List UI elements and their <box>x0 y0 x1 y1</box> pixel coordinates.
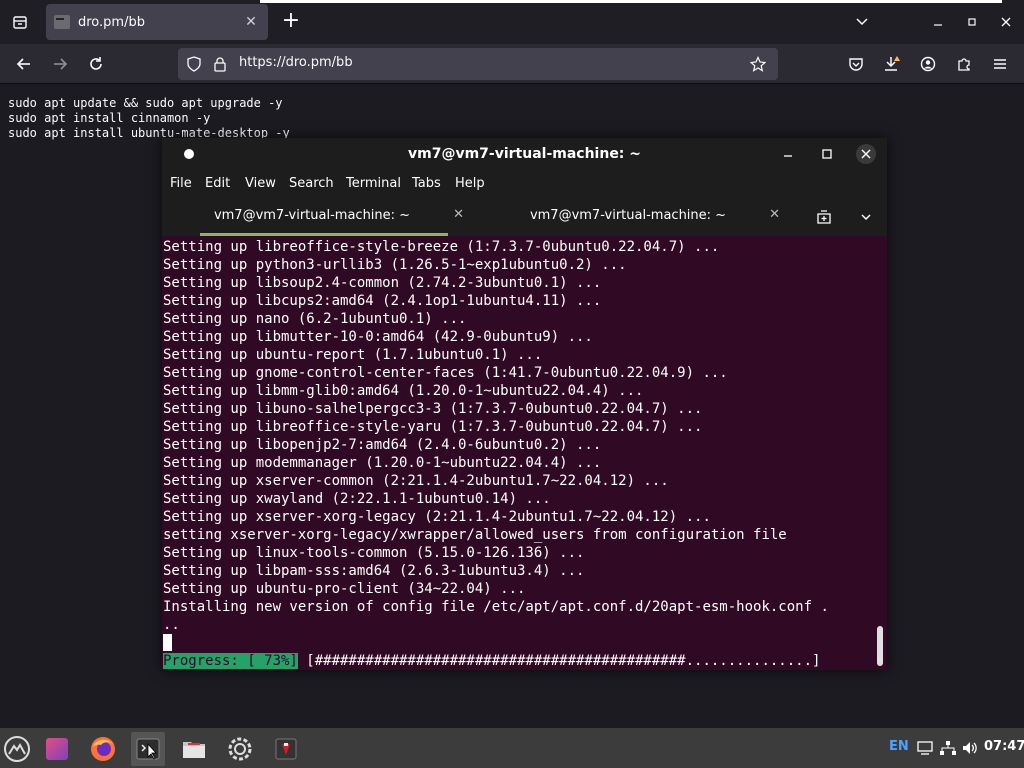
close-window-icon[interactable] <box>994 10 1018 34</box>
terminal-line: Setting up modemmanager (1.20.0-1~ubuntu… <box>163 455 602 471</box>
menu-terminal[interactable]: Terminal <box>346 176 401 191</box>
account-icon[interactable] <box>916 52 940 76</box>
menu-view[interactable]: View <box>245 176 276 191</box>
maximize-icon[interactable] <box>817 144 837 164</box>
menu-help[interactable]: Help <box>455 176 485 191</box>
firefox-icon[interactable] <box>86 732 120 766</box>
pocket-icon[interactable] <box>844 52 868 76</box>
window-top-edge <box>260 0 1002 3</box>
terminal-line: Setting up libuno-salhelpergcc3-3 (1:7.3… <box>163 401 703 417</box>
downloads-icon[interactable] <box>880 52 904 76</box>
terminal-line: Setting up xserver-xorg-legacy (2:21.1.4… <box>163 509 711 525</box>
url-text[interactable]: https://dro.pm/bb <box>239 55 353 70</box>
terminal-line: Setting up libsoup2.4-common (2.74.2-3ub… <box>163 275 602 291</box>
terminal-title-bar[interactable]: vm7@vm7-virtual-machine: ~ <box>162 138 887 170</box>
terminal-line: Setting up xserver-common (2:21.1.4-2ubu… <box>163 473 669 489</box>
app-icon[interactable] <box>40 732 74 766</box>
reload-icon[interactable] <box>84 52 108 76</box>
terminal-tab[interactable]: vm7@vm7-virtual-machine: ~ ✕ <box>478 198 794 236</box>
tab-list-icon[interactable] <box>8 10 32 34</box>
terminal-line: .. <box>163 617 180 633</box>
settings-gear-icon[interactable] <box>223 732 257 766</box>
display-icon[interactable] <box>916 740 934 760</box>
terminal-output[interactable]: Setting up libreoffice-style-breeze (1:7… <box>162 236 887 670</box>
maximize-icon[interactable] <box>960 10 984 34</box>
clock[interactable]: 07:47 <box>984 739 1024 754</box>
terminal-line: Setting up libmm-glib0:amd64 (1.20.0-1~u… <box>163 383 644 399</box>
taskbar: EN 07:47 <box>0 728 1024 768</box>
page-command-text: sudo apt update && sudo apt upgrade -y su… <box>8 96 290 141</box>
shield-icon[interactable] <box>186 56 202 72</box>
menu-edit[interactable]: Edit <box>205 176 230 191</box>
keyboard-language[interactable]: EN <box>889 739 909 754</box>
minimize-icon[interactable] <box>778 144 798 164</box>
terminal-line: Setting up libcups2:amd64 (2.4.1op1-1ubu… <box>163 293 602 309</box>
menu-file[interactable]: File <box>170 176 192 191</box>
terminal-app-icon[interactable] <box>131 732 165 766</box>
progress-bar: [#######################################… <box>297 653 821 669</box>
browser-tab-title: dro.pm/bb <box>78 14 145 30</box>
close-tab-icon[interactable]: ✕ <box>453 207 464 222</box>
chevron-down-icon[interactable] <box>850 10 874 34</box>
minimize-icon[interactable] <box>926 10 950 34</box>
new-tab-icon[interactable]: + <box>280 10 302 34</box>
chevron-down-icon[interactable] <box>855 206 877 228</box>
terminal-lines: Setting up libreoffice-style-breeze (1:7… <box>163 238 829 634</box>
text-cursor <box>163 634 172 651</box>
menu-search[interactable]: Search <box>289 176 334 191</box>
terminal-line: Setting up gnome-control-center-faces (1… <box>163 365 728 381</box>
scrollbar[interactable] <box>877 626 883 666</box>
terminal-line: Installing new version of config file /e… <box>163 599 829 615</box>
terminal-line: Setting up libmutter-10-0:amd64 (42.9-0u… <box>163 329 593 345</box>
apt-progress: Progress: [ 73%] [######################… <box>163 652 820 670</box>
terminal-line: Setting up libreoffice-style-yaru (1:7.3… <box>163 419 703 435</box>
terminal-menu-bar: File Edit View Search Terminal Tabs Help <box>162 170 887 198</box>
terminal-line: setting xserver-xorg-legacy/xwrapper/all… <box>163 527 787 543</box>
app-launcher-icon[interactable] <box>269 732 303 766</box>
extensions-icon[interactable] <box>952 52 976 76</box>
terminal-window: vm7@vm7-virtual-machine: ~ File Edit Vie… <box>162 138 887 670</box>
terminal-line: Setting up python3-urllib3 (1.26.5-1~exp… <box>163 257 627 273</box>
url-bar[interactable]: https://dro.pm/bb <box>178 48 778 80</box>
page-line: sudo apt install cinnamon -y <box>8 111 211 125</box>
terminal-line: Setting up ubuntu-report (1.7.1ubuntu0.1… <box>163 347 543 363</box>
new-tab-icon[interactable] <box>813 206 835 228</box>
network-icon[interactable] <box>939 740 957 760</box>
lock-icon[interactable] <box>212 56 228 72</box>
terminal-line: Setting up libreoffice-style-breeze (1:7… <box>163 239 720 255</box>
terminal-tab-bar: vm7@vm7-virtual-machine: ~ ✕ vm7@vm7-vir… <box>162 198 887 236</box>
terminal-tab-label: vm7@vm7-virtual-machine: ~ <box>529 208 727 223</box>
close-tab-icon[interactable]: ✕ <box>769 207 780 222</box>
terminal-line: Setting up nano (6.2-1ubuntu0.1) ... <box>163 311 467 327</box>
terminal-line: Setting up ubuntu-pro-client (34~22.04) … <box>163 581 526 597</box>
progress-label: Progress: [ 73%] <box>163 653 298 669</box>
favicon-icon <box>54 15 70 29</box>
terminal-tab[interactable]: vm7@vm7-virtual-machine: ~ ✕ <box>162 198 478 236</box>
volume-icon[interactable] <box>961 740 979 760</box>
terminal-line: Setting up linux-tools-common (5.15.0-12… <box>163 545 585 561</box>
browser-nav-bar: https://dro.pm/bb <box>0 44 1024 84</box>
browser-tab-bar: dro.pm/bb ✕ + <box>0 0 1024 44</box>
terminal-line: Setting up libpam-sss:amd64 (2.6.3-1ubun… <box>163 563 585 579</box>
menu-launcher-icon[interactable] <box>0 732 34 766</box>
close-tab-icon[interactable]: ✕ <box>242 14 260 30</box>
terminal-line: Setting up libopenjp2-7:amd64 (2.4.0-6ub… <box>163 437 602 453</box>
back-arrow-icon[interactable] <box>12 52 36 76</box>
forward-arrow-icon[interactable] <box>48 52 72 76</box>
browser-tab[interactable]: dro.pm/bb ✕ <box>46 4 268 40</box>
terminal-tab-label: vm7@vm7-virtual-machine: ~ <box>213 208 411 223</box>
close-icon[interactable] <box>856 144 876 164</box>
hamburger-menu-icon[interactable] <box>988 52 1012 76</box>
menu-tabs[interactable]: Tabs <box>412 176 441 191</box>
terminal-line: Setting up xwayland (2:22.1.1-1ubuntu0.1… <box>163 491 551 507</box>
bookmark-star-icon[interactable] <box>750 56 766 72</box>
file-manager-icon[interactable] <box>177 732 211 766</box>
page-line: sudo apt update && sudo apt upgrade -y <box>8 96 283 110</box>
